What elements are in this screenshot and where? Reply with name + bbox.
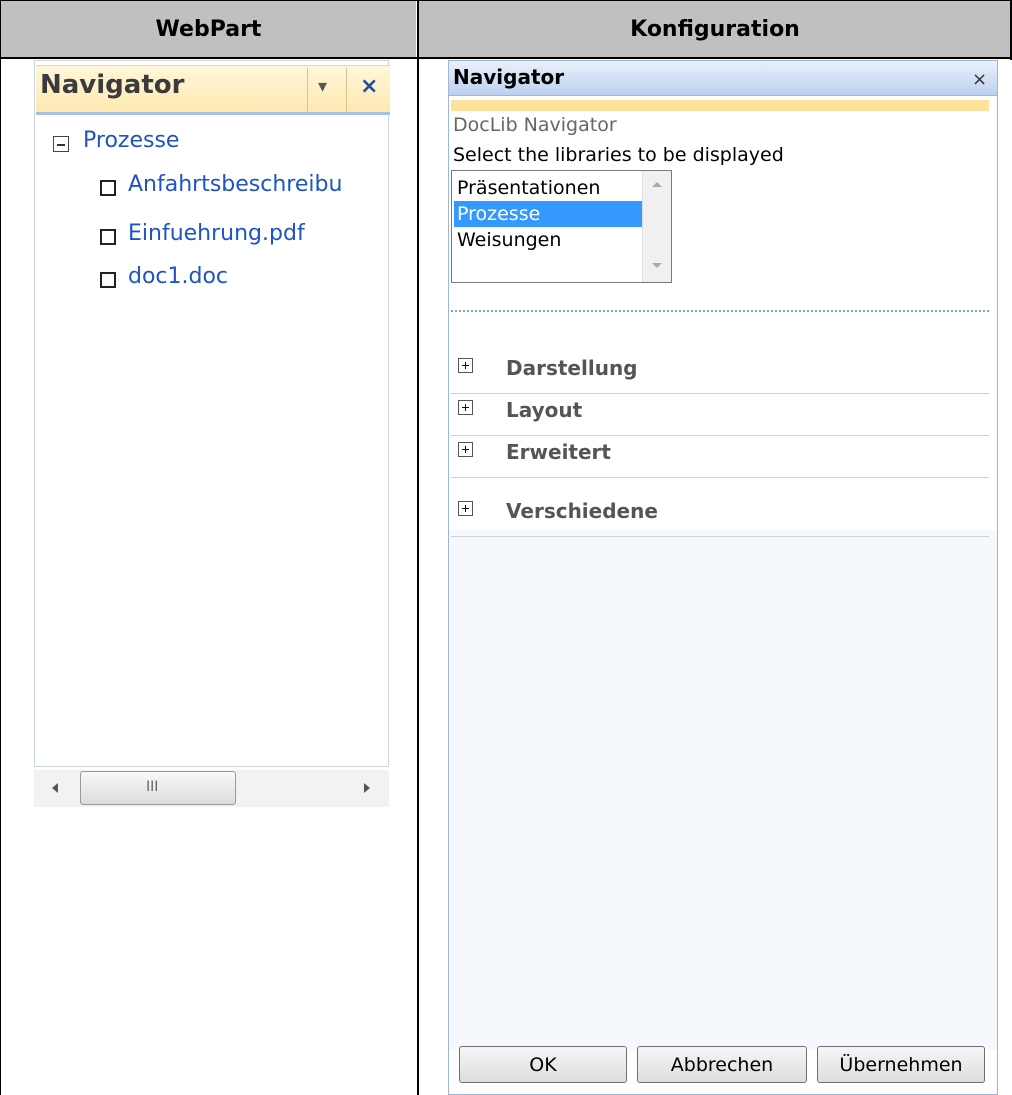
scroll-left-arrow-icon[interactable]	[52, 783, 58, 793]
section-darstellung[interactable]: Darstellung	[451, 354, 989, 394]
expand-icon[interactable]	[458, 442, 473, 457]
config-accent-bar	[451, 100, 989, 111]
tree-item-einfuehrung[interactable]: Einfuehrung.pdf	[128, 221, 305, 246]
document-icon	[100, 272, 116, 288]
scroll-down-arrow-icon[interactable]	[652, 263, 662, 268]
expand-icon[interactable]	[458, 358, 473, 373]
cancel-button[interactable]: Abbrechen	[637, 1046, 807, 1083]
section-erweitert[interactable]: Erweitert	[451, 438, 989, 478]
expand-icon[interactable]	[458, 400, 473, 415]
title-separator	[307, 68, 308, 112]
header-webpart: WebPart	[1, 1, 416, 57]
library-select-label: Select the libraries to be displayed	[453, 144, 784, 166]
scroll-grip: III	[146, 779, 159, 795]
tree-item-anfahrtsbeschreibung[interactable]: Anfahrtsbeschreibu	[128, 172, 342, 197]
section-label: Darstellung	[506, 356, 638, 380]
section-layout[interactable]: Layout	[451, 396, 989, 436]
doclib-subtitle: DocLib Navigator	[453, 114, 617, 136]
webpart-menu-dropdown-icon[interactable]: ▾	[318, 76, 327, 97]
section-label: Verschiedene	[506, 499, 658, 523]
expand-icon[interactable]	[458, 501, 473, 516]
table-border-left	[0, 0, 1, 1095]
library-option[interactable]: Präsentationen	[454, 175, 642, 201]
webpart-panel	[34, 60, 389, 767]
section-divider	[451, 310, 989, 312]
library-option-selected[interactable]: Prozesse	[454, 201, 642, 227]
collapse-icon[interactable]	[53, 136, 69, 152]
config-title: Navigator	[453, 65, 565, 89]
listbox-scrollbar[interactable]	[642, 171, 671, 282]
scroll-up-arrow-icon[interactable]	[652, 182, 662, 187]
webpart-title: Navigator	[40, 70, 185, 100]
library-option[interactable]: Weisungen	[454, 227, 642, 253]
apply-button[interactable]: Übernehmen	[817, 1046, 985, 1083]
tree-root-prozesse[interactable]: Prozesse	[83, 128, 179, 153]
webpart-close-icon[interactable]: ×	[360, 74, 378, 99]
tree-item-doc1[interactable]: doc1.doc	[128, 264, 228, 289]
section-label: Layout	[506, 398, 583, 422]
table-border-middle	[417, 0, 419, 1095]
document-icon	[100, 180, 116, 196]
table-border-top	[0, 0, 1012, 1]
title-separator	[346, 68, 347, 112]
section-verschiedene[interactable]: Verschiedene	[451, 497, 989, 537]
scroll-right-arrow-icon[interactable]	[364, 783, 370, 793]
config-panel-background	[449, 530, 997, 1050]
document-icon	[100, 229, 116, 245]
table-border-header-bottom	[0, 57, 1012, 59]
config-close-icon[interactable]: ×	[972, 69, 987, 90]
ok-button[interactable]: OK	[459, 1046, 627, 1083]
section-label: Erweitert	[506, 440, 611, 464]
library-listbox[interactable]: Präsentationen Prozesse Weisungen	[451, 170, 672, 283]
header-konfiguration: Konfiguration	[419, 1, 1011, 57]
